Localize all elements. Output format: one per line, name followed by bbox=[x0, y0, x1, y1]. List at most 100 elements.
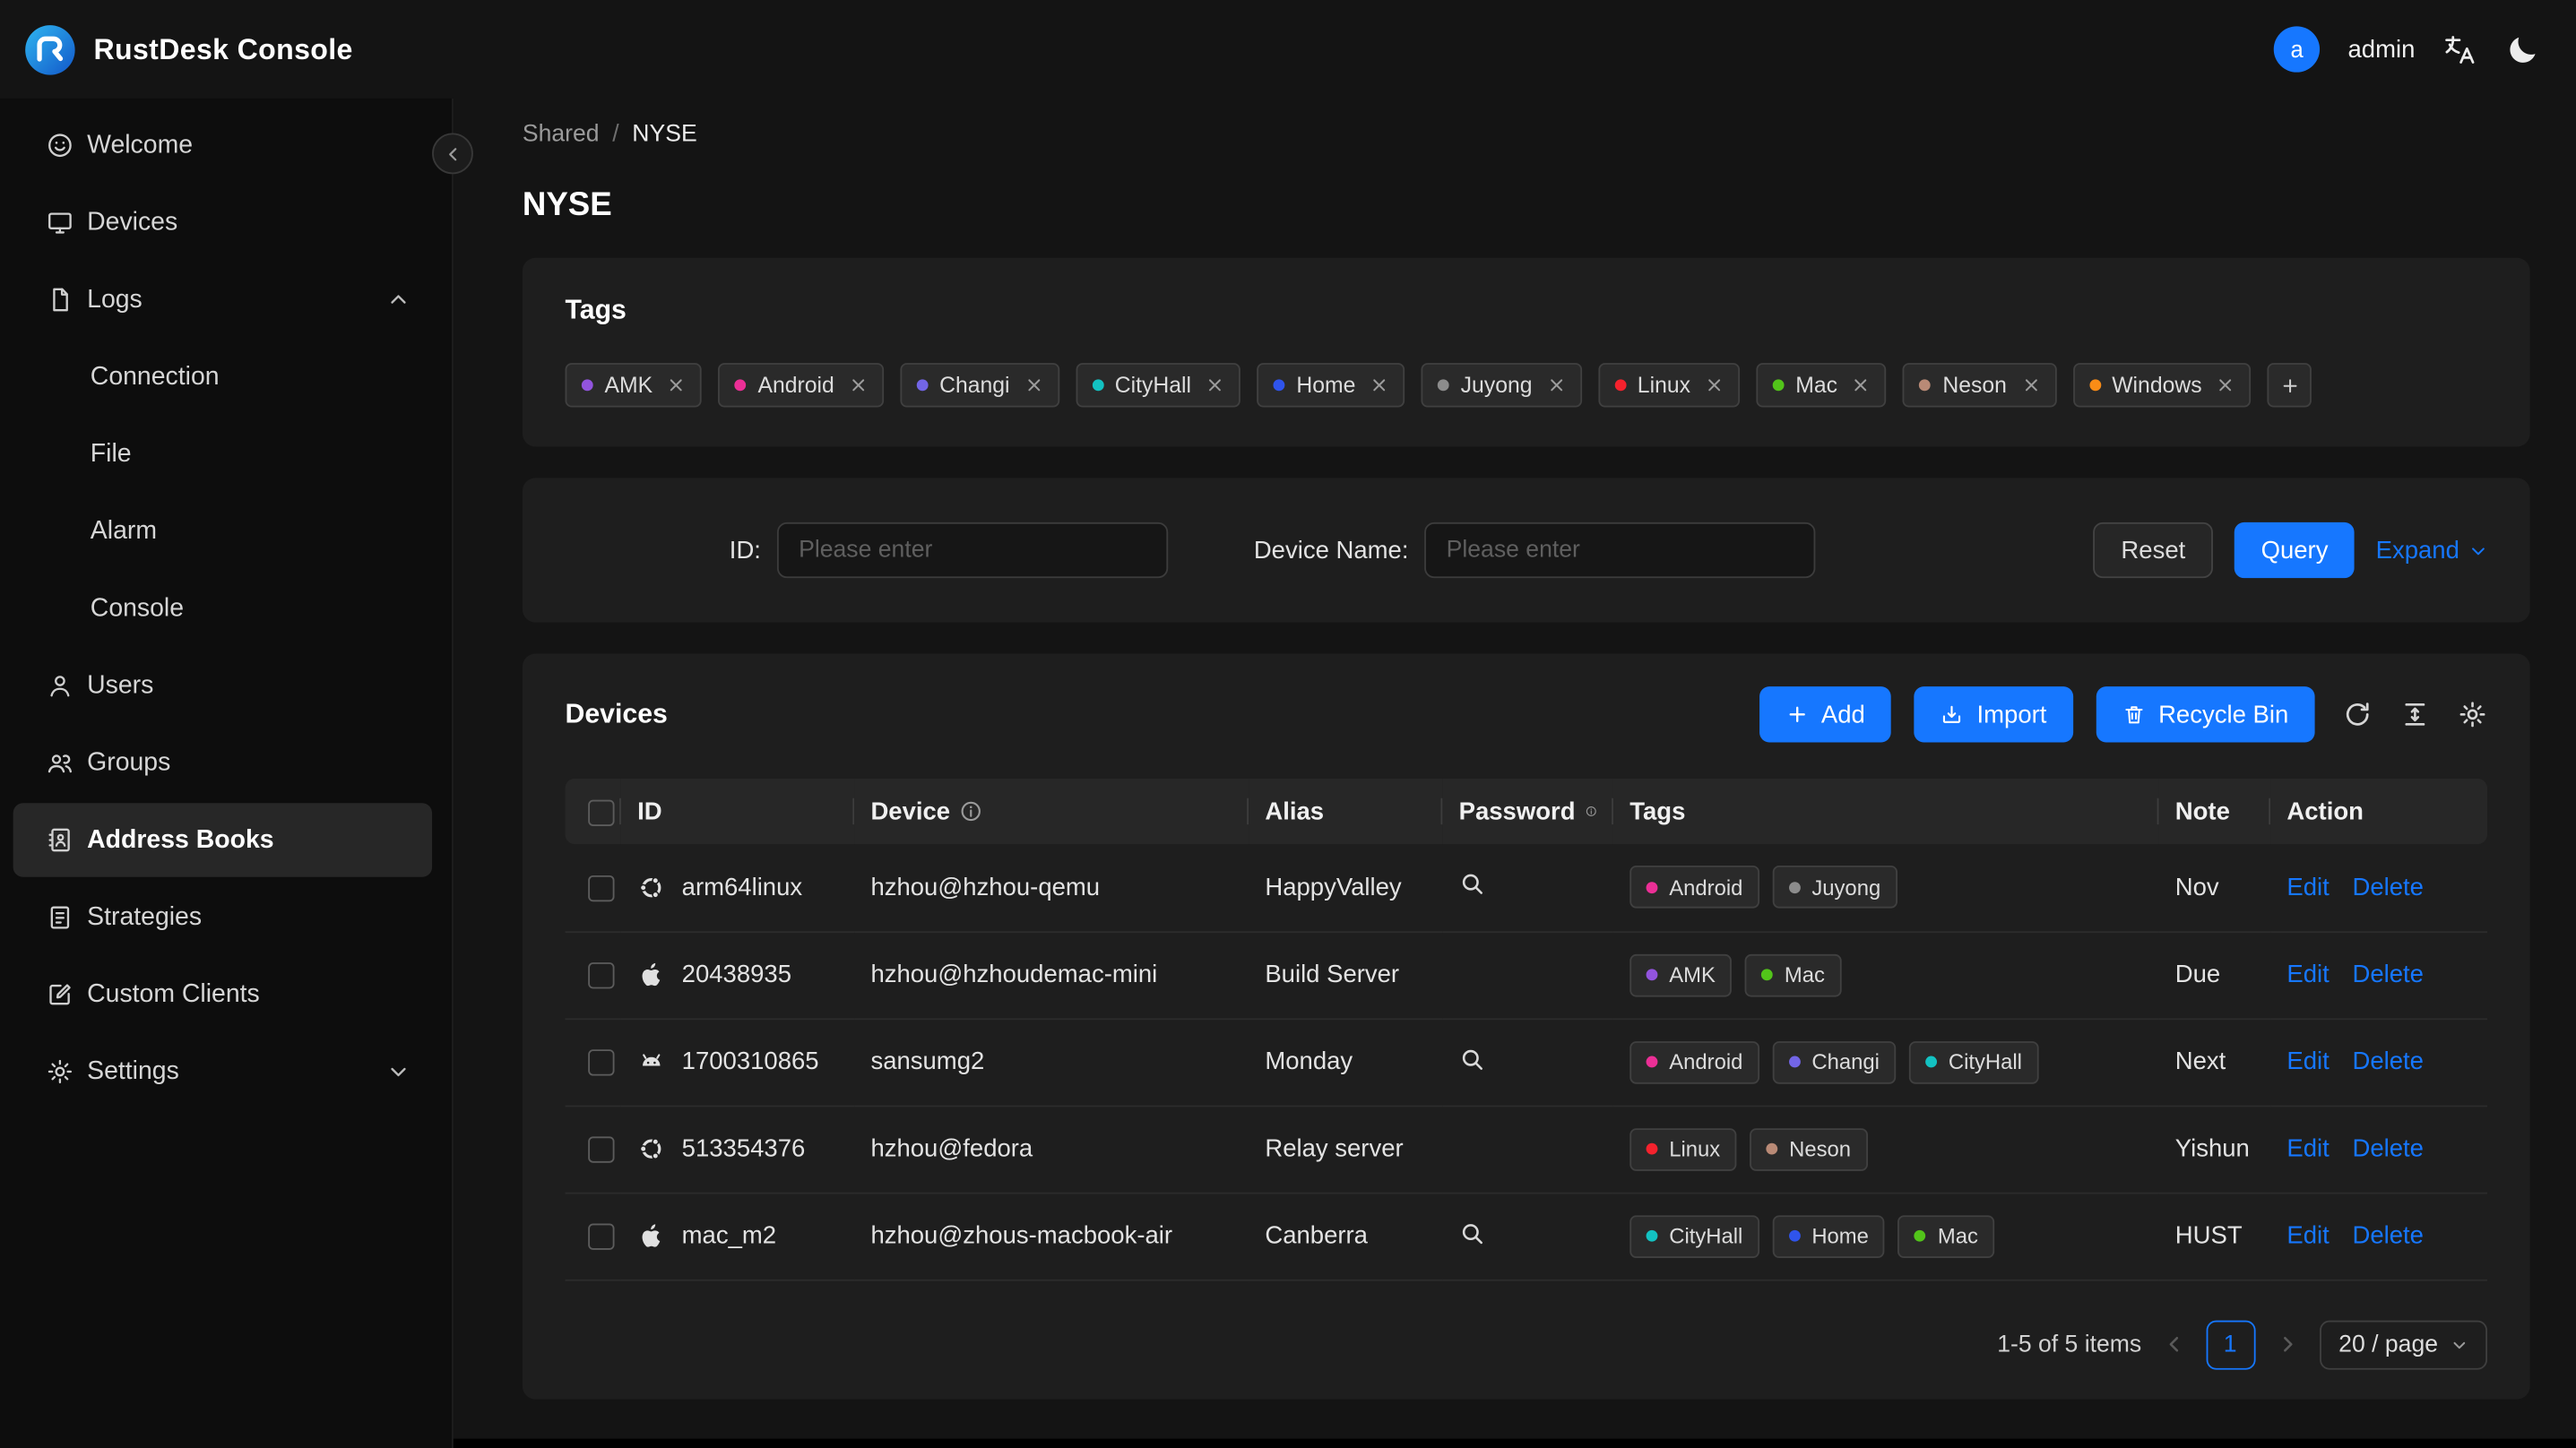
id-cell: arm64linux bbox=[620, 844, 855, 933]
sidebar-item-alarm[interactable]: Alarm bbox=[13, 495, 432, 568]
info-icon[interactable] bbox=[1586, 800, 1597, 823]
alias: Build Server bbox=[1265, 961, 1400, 989]
expand-link[interactable]: Expand bbox=[2375, 536, 2487, 565]
alias-cell: Canberra bbox=[1249, 1192, 1443, 1280]
sidebar-item-label: Connection bbox=[90, 362, 220, 391]
tag-color-dot bbox=[1646, 969, 1658, 981]
reset-button[interactable]: Reset bbox=[2093, 521, 2214, 579]
select-cell bbox=[565, 1018, 621, 1107]
recycle-bin-button[interactable]: Recycle Bin bbox=[2096, 686, 2315, 743]
tag-label: Linux bbox=[1637, 373, 1690, 398]
row-checkbox[interactable] bbox=[588, 1223, 615, 1250]
tag-label: Changi bbox=[1811, 1049, 1880, 1074]
tag-label: Home bbox=[1296, 373, 1356, 398]
tags-cell: Android Changi CityHall bbox=[1612, 1018, 2159, 1107]
delete-link[interactable]: Delete bbox=[2352, 874, 2423, 901]
table-settings-icon[interactable] bbox=[2458, 700, 2487, 729]
remove-tag-icon[interactable] bbox=[1547, 376, 1565, 394]
refresh-icon[interactable] bbox=[2343, 700, 2373, 729]
edit-link[interactable]: Edit bbox=[2286, 1135, 2329, 1163]
edit-link[interactable]: Edit bbox=[2286, 1222, 2329, 1250]
tags-card: Tags AMK Android Changi CityHall Home Juyong L… bbox=[522, 257, 2530, 447]
view-password-icon[interactable] bbox=[1459, 871, 1485, 897]
id-input[interactable] bbox=[777, 521, 1169, 579]
action-cell: Edit Delete bbox=[2270, 931, 2488, 1020]
id-cell: 513354376 bbox=[620, 1105, 855, 1194]
edit-link[interactable]: Edit bbox=[2286, 874, 2329, 901]
edit-link[interactable]: Edit bbox=[2286, 961, 2329, 988]
page-size-select[interactable]: 20 / page bbox=[2319, 1319, 2488, 1369]
import-button[interactable]: Import bbox=[1914, 686, 2073, 743]
row-checkbox[interactable] bbox=[588, 962, 615, 989]
column-label: ID bbox=[637, 797, 662, 826]
strategy-icon bbox=[46, 903, 73, 931]
expand-label: Expand bbox=[2375, 536, 2459, 565]
sidebar-item-settings[interactable]: Settings bbox=[13, 1035, 432, 1108]
remove-tag-icon[interactable] bbox=[1370, 376, 1388, 394]
remove-tag-icon[interactable] bbox=[1705, 376, 1723, 394]
select-all-checkbox[interactable] bbox=[588, 798, 615, 826]
prev-page-icon[interactable] bbox=[2163, 1333, 2184, 1355]
delete-link[interactable]: Delete bbox=[2352, 1135, 2423, 1163]
remove-tag-icon[interactable] bbox=[1853, 376, 1871, 394]
sidebar-item-groups[interactable]: Groups bbox=[13, 726, 432, 799]
page-number[interactable]: 1 bbox=[2205, 1319, 2255, 1369]
edit-link[interactable]: Edit bbox=[2286, 1047, 2329, 1075]
sidebar-item-console[interactable]: Console bbox=[13, 572, 432, 645]
column-header-password: Password bbox=[1442, 778, 1613, 845]
view-password-icon[interactable] bbox=[1459, 1220, 1485, 1245]
next-page-icon[interactable] bbox=[2277, 1333, 2298, 1355]
gear-icon bbox=[46, 1057, 73, 1085]
note: HUST bbox=[2174, 1221, 2243, 1250]
row-checkbox[interactable] bbox=[588, 1136, 615, 1163]
remove-tag-icon[interactable] bbox=[1024, 376, 1042, 394]
note: Yishun bbox=[2174, 1134, 2250, 1163]
pagination: 1-5 of 5 items 1 20 / page bbox=[566, 1319, 2488, 1369]
plus-icon bbox=[1788, 706, 1805, 722]
breadcrumb-parent[interactable]: Shared bbox=[523, 122, 600, 148]
sidebar-item-devices[interactable]: Devices bbox=[13, 185, 432, 259]
add-button[interactable]: Add bbox=[1759, 686, 1892, 743]
column-header-tags: Tags bbox=[1612, 778, 2159, 845]
sidebar-item-logs[interactable]: Logs bbox=[13, 263, 432, 336]
query-button[interactable]: Query bbox=[2235, 521, 2355, 579]
tags-cell: CityHall Home Mac bbox=[1612, 1192, 2159, 1280]
remove-tag-icon[interactable] bbox=[2021, 376, 2039, 394]
device-name: sansumg2 bbox=[870, 1047, 985, 1076]
sidebar-item-custom-clients[interactable]: Custom Clients bbox=[13, 958, 432, 1031]
alias: Monday bbox=[1265, 1047, 1353, 1076]
info-icon[interactable] bbox=[960, 800, 983, 823]
row-checkbox[interactable] bbox=[588, 1049, 615, 1076]
delete-link[interactable]: Delete bbox=[2352, 1047, 2423, 1075]
sidebar-item-strategies[interactable]: Strategies bbox=[13, 880, 432, 953]
language-icon[interactable] bbox=[2443, 32, 2477, 66]
tag-label: Juyong bbox=[1460, 373, 1533, 398]
tag-label: CityHall bbox=[1669, 1223, 1743, 1249]
remove-tag-icon[interactable] bbox=[668, 376, 686, 394]
remove-tag-icon[interactable] bbox=[849, 376, 867, 394]
remove-tag-icon[interactable] bbox=[1206, 376, 1224, 394]
row-checkbox[interactable] bbox=[588, 875, 615, 901]
sidebar-item-connection[interactable]: Connection bbox=[13, 340, 432, 413]
remove-tag-icon[interactable] bbox=[2217, 376, 2235, 394]
delete-link[interactable]: Delete bbox=[2352, 1222, 2423, 1250]
sidebar-item-welcome[interactable]: Welcome bbox=[13, 108, 432, 182]
delete-link[interactable]: Delete bbox=[2352, 961, 2423, 988]
sidebar-item-address-books[interactable]: Address Books bbox=[13, 803, 433, 877]
tag-color-dot bbox=[1614, 379, 1626, 392]
column-height-icon[interactable] bbox=[2400, 700, 2430, 729]
device-name-input[interactable] bbox=[1424, 521, 1817, 579]
rustdesk-logo-icon bbox=[23, 22, 77, 76]
sidebar-item-file[interactable]: File bbox=[13, 418, 432, 491]
tag-chip-cityhall: CityHall bbox=[1075, 363, 1241, 408]
id-cell: mac_m2 bbox=[620, 1192, 855, 1280]
sidebar-item-users[interactable]: Users bbox=[13, 649, 432, 722]
tags-cell: Android Juyong bbox=[1612, 844, 2159, 933]
sidebar-collapse-button[interactable] bbox=[432, 133, 473, 175]
view-password-icon[interactable] bbox=[1459, 1046, 1485, 1072]
dark-mode-icon[interactable] bbox=[2505, 32, 2539, 66]
tags-list: AMK Android Changi CityHall Home Juyong Linux M… bbox=[565, 363, 2488, 408]
avatar[interactable]: a bbox=[2274, 26, 2321, 73]
add-tag-button[interactable] bbox=[2267, 363, 2312, 408]
alias-cell: Relay server bbox=[1249, 1105, 1443, 1194]
